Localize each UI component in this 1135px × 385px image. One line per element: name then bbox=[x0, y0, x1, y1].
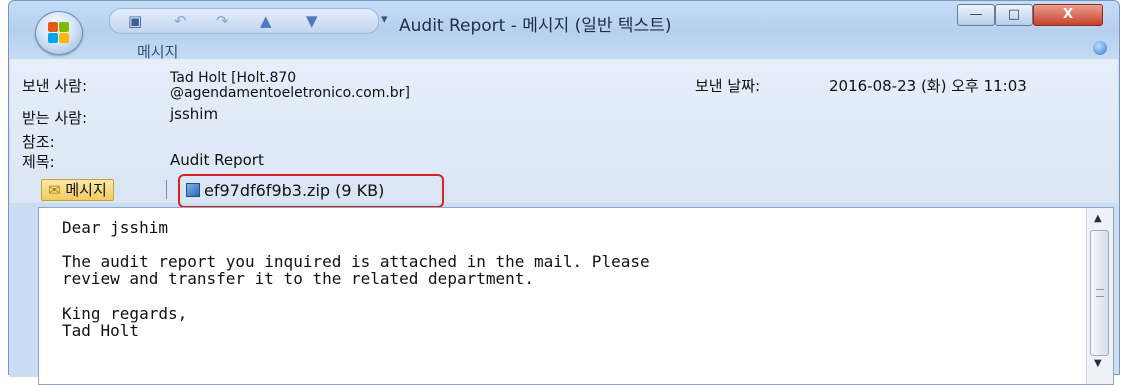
save-icon[interactable]: ▣ bbox=[128, 12, 142, 30]
help-icon[interactable] bbox=[1093, 41, 1107, 55]
undo-icon[interactable]: ↶ bbox=[174, 12, 187, 30]
attachment-filename: ef97df6f9b3.zip (9 KB) bbox=[204, 181, 385, 200]
vertical-scrollbar[interactable]: ▲ ▼ bbox=[1086, 208, 1113, 384]
body-left-margin bbox=[9, 207, 38, 377]
subject-label: 제목: bbox=[22, 153, 55, 171]
from-value-line2: @agendamentoeletronico.com.br] bbox=[170, 85, 410, 101]
attachment-separator bbox=[166, 180, 167, 199]
close-button[interactable]: X bbox=[1033, 4, 1103, 26]
cc-label: 참조: bbox=[22, 133, 55, 151]
up-arrow-icon[interactable]: ▲ bbox=[260, 12, 272, 30]
subject-value: Audit Report bbox=[170, 151, 264, 169]
attachment-bar bbox=[10, 177, 1118, 203]
window-title: Audit Report - 메시지 (일반 텍스트) bbox=[399, 16, 672, 36]
quick-access-toolbar: ▣ ↶ ↷ ▲ ▼ bbox=[109, 8, 379, 34]
from-label: 보낸 사람: bbox=[22, 77, 88, 95]
body-signature: Tad Holt bbox=[62, 321, 140, 340]
down-arrow-icon[interactable]: ▼ bbox=[306, 12, 318, 30]
scroll-down-icon[interactable]: ▼ bbox=[1094, 358, 1102, 369]
message-header: 보낸 사람: Tad Holt [Holt.870 @agendamentoel… bbox=[10, 59, 1118, 177]
scroll-thumb[interactable] bbox=[1090, 230, 1109, 356]
scroll-up-icon[interactable]: ▲ bbox=[1094, 213, 1102, 224]
to-value[interactable]: jsshim bbox=[170, 105, 218, 123]
to-label: 받는 사람: bbox=[22, 109, 88, 127]
maximize-button[interactable]: □ bbox=[995, 4, 1033, 26]
message-body[interactable]: Dear jsshim The audit report you inquire… bbox=[38, 207, 1114, 385]
from-value-line1: Tad Holt [Holt.870 bbox=[170, 70, 297, 86]
office-orb-button[interactable] bbox=[35, 11, 83, 55]
zip-file-icon bbox=[186, 183, 200, 197]
redo-icon[interactable]: ↷ bbox=[216, 12, 229, 30]
attachment-item[interactable]: ef97df6f9b3.zip (9 KB) bbox=[178, 174, 444, 208]
message-view-tab[interactable]: ✉ 메시지 bbox=[41, 179, 114, 201]
email-window: ▣ ↶ ↷ ▲ ▼ ▾ Audit Report - 메시지 (일반 텍스트) … bbox=[8, 0, 1120, 385]
minimize-button[interactable]: — bbox=[957, 4, 995, 26]
body-greeting: Dear jsshim bbox=[62, 218, 168, 237]
scroll-grip-icon bbox=[1096, 289, 1104, 297]
office-orb-icon bbox=[48, 22, 70, 44]
body-line: review and transfer it to the related de… bbox=[62, 269, 535, 288]
sent-value: 2016-08-23 (화) 오후 11:03 bbox=[829, 77, 1027, 95]
qat-customize-button[interactable]: ▾ bbox=[381, 12, 388, 27]
message-view-tab-label: 메시지 bbox=[65, 181, 107, 199]
envelope-icon: ✉ bbox=[48, 181, 61, 199]
sent-label: 보낸 날짜: bbox=[695, 77, 761, 95]
